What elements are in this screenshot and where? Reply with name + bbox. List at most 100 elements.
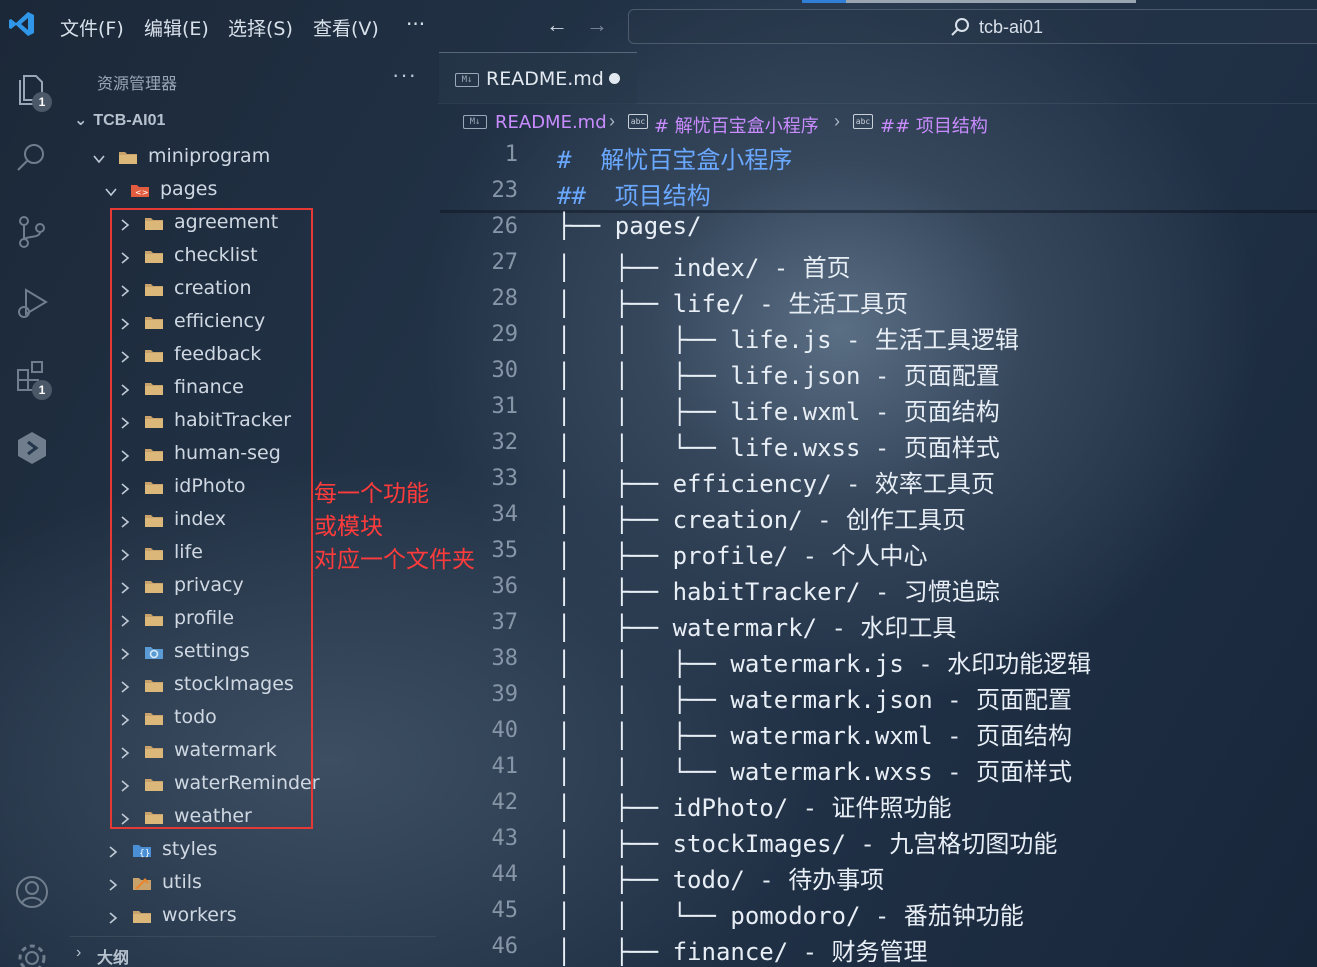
breadcrumb-heading-2[interactable]: ## 项目结构 <box>880 112 988 138</box>
line-number: 43 <box>491 826 519 851</box>
code-line[interactable]: │ │ └── watermark.wxss - 页面样式 <box>557 752 1072 787</box>
explorer-more-button[interactable]: ··· <box>392 62 417 88</box>
code-line[interactable]: │ │ ├── life.js - 生活工具逻辑 <box>557 320 1019 355</box>
chevron-down-icon: ⌄ <box>74 112 88 129</box>
search-text: tcb-ai01 <box>979 17 1044 37</box>
breadcrumb: M↓ README.md › abc # 解忧百宝盒小程序 › abc ## 项… <box>438 104 1317 138</box>
line-number: 37 <box>491 610 519 635</box>
chevron-right-icon <box>106 842 120 858</box>
code-line[interactable]: │ ├── todo/ - 待办事项 <box>557 860 884 895</box>
extensions-badge: 1 <box>32 380 52 400</box>
cloudbase-icon[interactable] <box>14 430 50 466</box>
code-line[interactable]: │ │ ├── life.wxml - 页面结构 <box>557 392 1000 427</box>
chevron-right-icon: › <box>609 111 615 131</box>
forward-arrow-icon[interactable]: → <box>586 12 608 38</box>
back-arrow-icon[interactable]: ← <box>546 12 568 38</box>
line-number: 29 <box>491 322 519 347</box>
markdown-file-icon: M↓ <box>463 115 487 129</box>
line-number: 33 <box>491 466 519 491</box>
tree-item-pages[interactable]: <> pages <box>104 172 217 205</box>
code-line[interactable]: │ ├── profile/ - 个人中心 <box>557 536 928 571</box>
line-number: 44 <box>491 862 519 887</box>
chevron-down-icon <box>104 182 118 196</box>
line-number: 30 <box>491 358 519 383</box>
code-line[interactable]: │ ├── life/ - 生活工具页 <box>557 284 908 319</box>
line-number: 31 <box>491 394 519 419</box>
symbol-string-icon: abc <box>853 114 873 129</box>
line-number: 28 <box>491 286 519 311</box>
code-line[interactable]: │ ├── watermark/ - 水印工具 <box>557 608 956 643</box>
line-number: 1 <box>504 142 518 167</box>
menu-selection[interactable]: 选择(S) <box>228 14 293 41</box>
code-line[interactable]: │ │ ├── life.json - 页面配置 <box>557 356 1000 391</box>
svg-text:<>: <> <box>135 188 148 197</box>
tree-item-label: pages <box>160 177 218 200</box>
vscode-logo-icon <box>9 12 34 36</box>
menu-file[interactable]: 文件(F) <box>60 14 124 41</box>
code-line[interactable]: │ │ └── pomodoro/ - 番茄钟功能 <box>557 896 1024 931</box>
tree-item-label: miniprogram <box>148 144 271 167</box>
chevron-right-icon <box>106 875 120 891</box>
outline-label: 大纲 <box>97 950 130 967</box>
pages-folder-icon: <> <box>130 181 150 197</box>
code-line[interactable]: # 解忧百宝盒小程序 <box>557 140 792 175</box>
code-line[interactable]: │ ├── creation/ - 创作工具页 <box>557 500 966 535</box>
code-line[interactable]: │ ├── finance/ - 财务管理 <box>557 932 928 967</box>
code-line[interactable]: │ │ ├── watermark.json - 页面配置 <box>557 680 1072 715</box>
search-icon <box>951 18 969 36</box>
annotation-highlight-box <box>110 208 313 829</box>
tree-item-label: utils <box>162 870 202 893</box>
chevron-down-icon <box>92 149 106 163</box>
command-center-search[interactable]: tcb-ai01 <box>628 9 1317 44</box>
menu-edit[interactable]: 编辑(E) <box>144 14 209 41</box>
breadcrumb-heading-1[interactable]: # 解忧百宝盒小程序 <box>654 112 819 138</box>
code-line[interactable]: │ │ └── life.wxss - 页面样式 <box>557 428 1000 463</box>
line-number: 40 <box>491 718 519 743</box>
title-bar-track <box>846 0 1136 3</box>
settings-gear-icon[interactable] <box>14 940 50 967</box>
tree-item-styles[interactable]: {} styles <box>106 832 217 865</box>
menu-view[interactable]: 查看(V) <box>313 14 379 41</box>
line-number: 35 <box>491 538 519 563</box>
menu-more-button[interactable]: ··· <box>406 12 425 36</box>
source-control-icon[interactable] <box>14 214 50 250</box>
run-debug-icon[interactable] <box>14 286 50 322</box>
symbol-string-icon: abc <box>628 114 648 129</box>
chevron-right-icon <box>106 908 120 924</box>
code-line[interactable]: │ ├── stockImages/ - 九宫格切图功能 <box>557 824 1057 859</box>
folder-icon <box>118 148 138 164</box>
workspace-root[interactable]: ⌄ TCB-AI01 <box>74 110 165 130</box>
explorer-title: 资源管理器 <box>97 74 178 93</box>
workspace-root-label: TCB-AI01 <box>93 112 166 129</box>
code-line[interactable]: │ │ ├── watermark.js - 水印功能逻辑 <box>557 644 1091 679</box>
account-icon[interactable] <box>14 874 50 910</box>
breadcrumb-file[interactable]: README.md <box>495 112 607 133</box>
folder-icon <box>132 907 152 923</box>
code-line[interactable]: ## 项目结构 <box>557 176 711 211</box>
tree-item-miniprogram[interactable]: miniprogram <box>92 139 270 172</box>
code-line[interactable]: │ ├── idPhoto/ - 证件照功能 <box>557 788 952 823</box>
code-line[interactable]: ├── pages/ <box>557 212 702 240</box>
tree-item-utils[interactable]: utils <box>106 865 202 898</box>
code-line[interactable]: │ ├── efficiency/ - 效率工具页 <box>557 464 995 499</box>
explorer-badge: 1 <box>32 92 52 112</box>
line-number: 27 <box>491 250 519 275</box>
line-number: 46 <box>491 934 519 959</box>
line-number: 36 <box>491 574 519 599</box>
loading-progress-bar <box>802 0 846 3</box>
line-number: 32 <box>491 430 519 455</box>
unsaved-dot-icon[interactable] <box>609 73 620 84</box>
line-number: 39 <box>491 682 519 707</box>
line-number: 45 <box>491 898 519 923</box>
tree-item-workers[interactable]: workers <box>106 898 237 931</box>
chevron-right-icon: › <box>834 111 840 131</box>
search-icon[interactable] <box>14 140 50 176</box>
utils-folder-icon <box>132 874 152 890</box>
tab-label: README.md <box>486 68 604 90</box>
tree-item-label: workers <box>162 903 237 926</box>
code-line[interactable]: │ ├── habitTracker/ - 习惯追踪 <box>557 572 1000 607</box>
code-line[interactable]: │ ├── index/ - 首页 <box>557 248 851 283</box>
tree-item-label: styles <box>162 837 218 860</box>
code-line[interactable]: │ │ ├── watermark.wxml - 页面结构 <box>557 716 1072 751</box>
chevron-right-icon[interactable]: › <box>76 944 81 962</box>
